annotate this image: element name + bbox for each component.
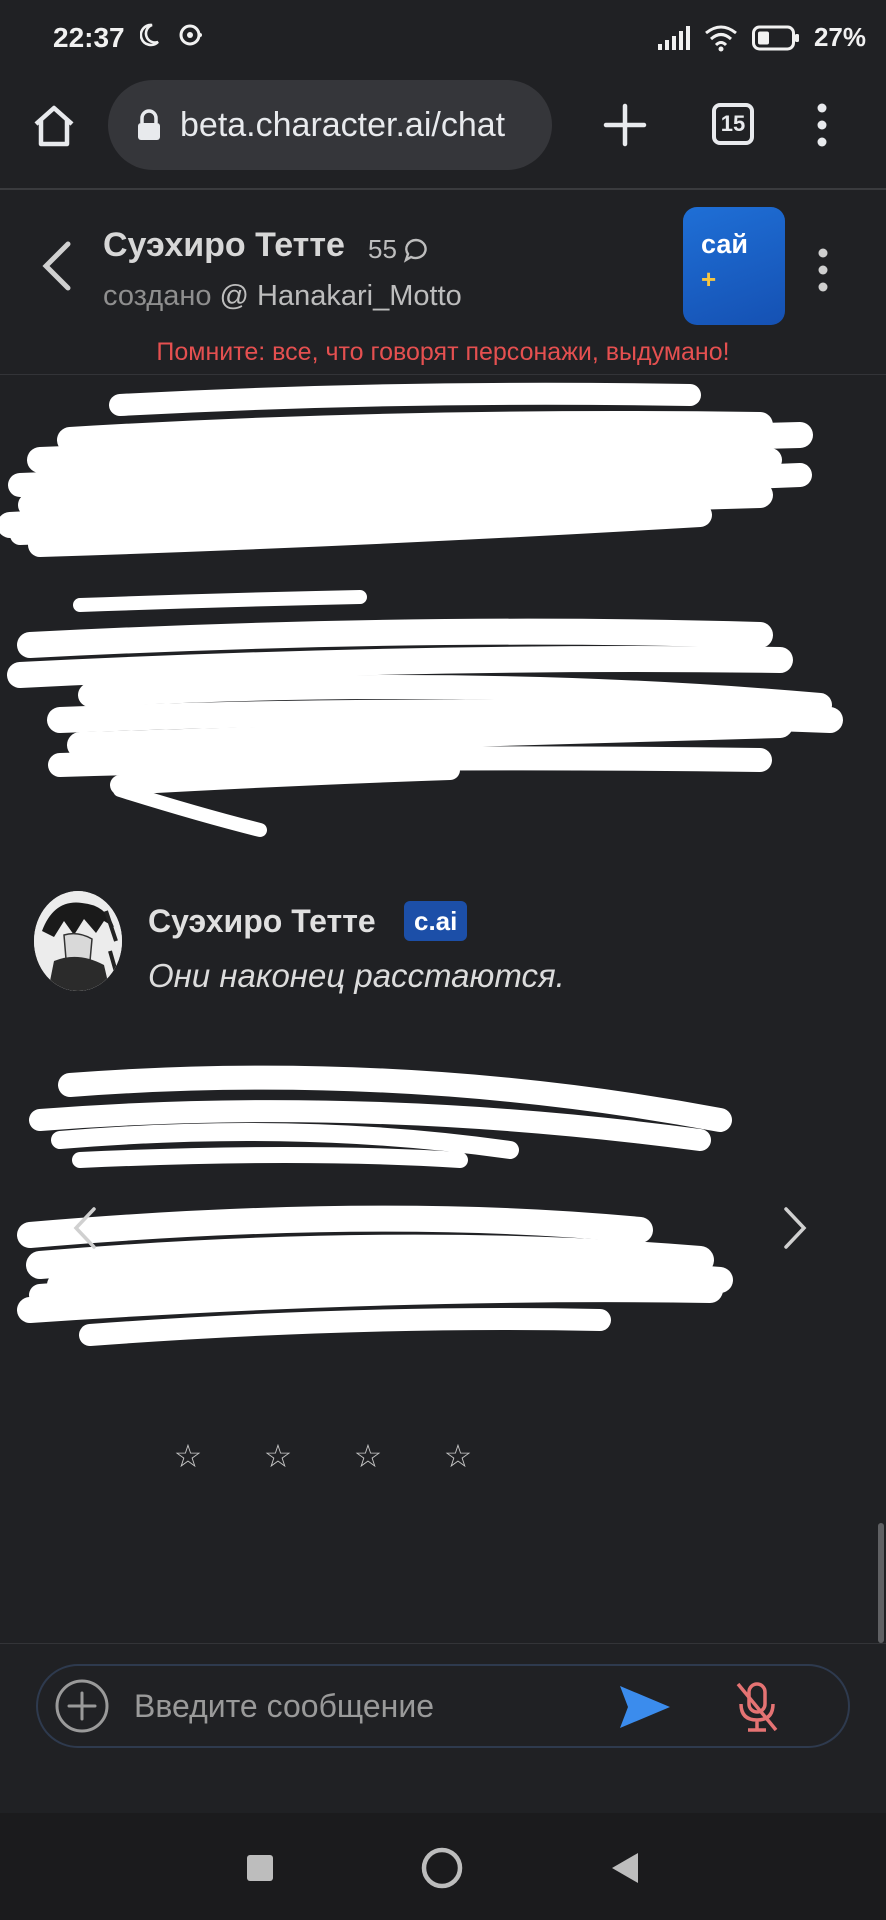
- mic-muted-icon[interactable]: [734, 1680, 780, 1734]
- avatar[interactable]: [34, 891, 122, 991]
- plus-sign: +: [701, 264, 717, 294]
- moon-icon: [140, 23, 159, 47]
- plus-icon[interactable]: [600, 100, 650, 150]
- chat-area: Суэхиро Тетте c.ai Они наконец расстаютс…: [0, 375, 886, 1643]
- url-text: beta.character.ai/chat: [180, 105, 506, 144]
- star-4[interactable]: ☆: [442, 1437, 474, 1475]
- scrollbar[interactable]: [878, 1523, 884, 1643]
- battery-icon: [751, 25, 799, 50]
- status-right-icons: 27%: [657, 22, 866, 53]
- message-row: Суэхиро Тетте c.ai Они наконец расстаютс…: [34, 891, 854, 1001]
- signal-icon: [657, 25, 690, 50]
- star-1[interactable]: ☆: [172, 1437, 204, 1475]
- nav-back-icon[interactable]: [610, 1851, 640, 1885]
- browser-toolbar: beta.character.ai/chat 15: [0, 78, 886, 190]
- message-text: Они наконец расстаются.: [148, 957, 565, 994]
- kebab-menu-icon[interactable]: [812, 100, 832, 150]
- plus-label: сай: [701, 229, 748, 259]
- status-left-icons: [140, 22, 204, 48]
- address-bar[interactable]: beta.character.ai/chat: [108, 80, 552, 170]
- chat-bubble-icon: [403, 238, 427, 263]
- message-author: Суэхиро Тетте: [148, 903, 376, 939]
- home-icon[interactable]: [30, 102, 78, 150]
- rating-stars: ☆ ☆ ☆ ☆: [172, 1437, 474, 1475]
- add-circle-icon[interactable]: [54, 1678, 110, 1734]
- tab-switcher-button[interactable]: 15: [712, 103, 754, 145]
- chat-menu-icon[interactable]: [813, 245, 833, 295]
- character-name[interactable]: Суэхиро Тетте: [103, 226, 345, 265]
- message-input[interactable]: [134, 1680, 494, 1732]
- fiction-warning: Помните: все, что говорят персонажи, выд…: [156, 338, 730, 366]
- system-nav-bar: [0, 1813, 886, 1920]
- status-time: 22:37: [53, 22, 125, 53]
- chevron-right-icon[interactable]: [780, 1205, 810, 1251]
- wifi-icon: [705, 25, 737, 51]
- recents-icon[interactable]: [247, 1855, 273, 1881]
- star-3[interactable]: ☆: [352, 1437, 384, 1475]
- star-2[interactable]: ☆: [262, 1437, 294, 1475]
- lock-icon: [138, 109, 160, 140]
- battery-level: 27%: [813, 22, 866, 52]
- notification-icon: [179, 24, 202, 46]
- creator-line: создано @ Hanakari_Motto: [103, 280, 462, 313]
- send-icon[interactable]: [616, 1682, 672, 1732]
- message-input-box: [36, 1664, 850, 1748]
- created-label: создано: [103, 280, 212, 312]
- cai-badge: c.ai: [404, 901, 468, 941]
- avatar-image: [34, 891, 122, 991]
- chat-header: Суэхиро Тетте 55 создано @ Hanakari_Mott…: [0, 190, 886, 375]
- back-arrow-icon[interactable]: [38, 240, 74, 292]
- plus-subscription-button[interactable]: сай +: [683, 207, 785, 325]
- chevron-left-icon[interactable]: [70, 1205, 100, 1251]
- status-bar: 22:37 27%: [0, 0, 886, 78]
- tab-count: 15: [720, 111, 746, 136]
- chat-count: 55: [368, 234, 429, 265]
- nav-home-icon[interactable]: [420, 1846, 464, 1890]
- creator-handle[interactable]: @ Hanakari_Motto: [220, 280, 462, 312]
- chat-count-value: 55: [368, 234, 397, 264]
- message-composer: [0, 1643, 886, 1813]
